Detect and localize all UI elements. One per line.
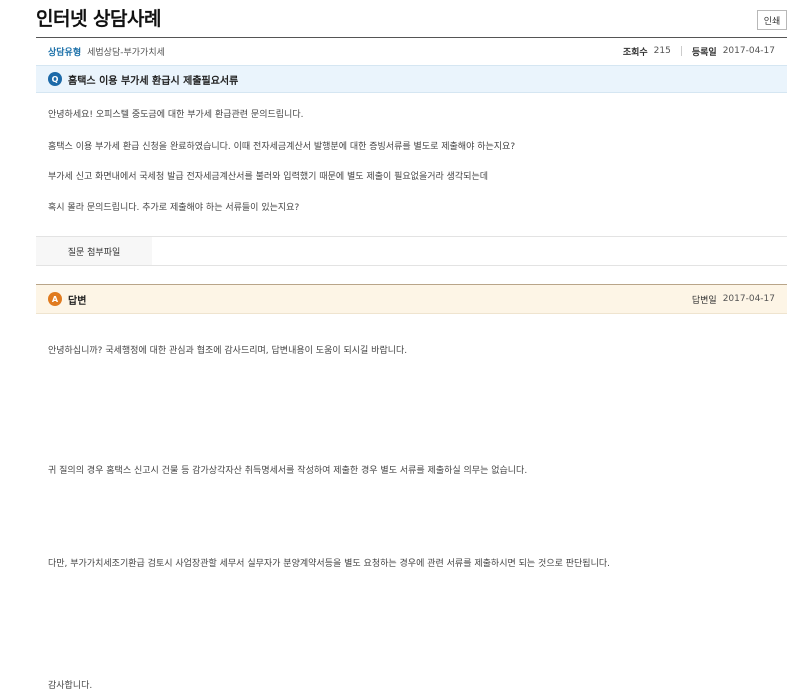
answer-line: 감사합니다. (48, 681, 93, 691)
type-label: 상담유형 (48, 47, 82, 58)
meta-right: 조회수 215 등록일 2017-04-17 (623, 45, 775, 58)
question-line: 안녕하세요! 오피스텔 중도금에 대한 부가세 환급관련 문의드립니다. (48, 110, 304, 120)
meta-divider (680, 46, 682, 56)
question-line: 홈택스 이용 부가세 환급 신청을 완료하였습니다. 이때 전자세금계산서 발행… (48, 142, 516, 152)
type-value: 세법상담-부가가치세 (87, 47, 165, 58)
answer-line: 귀 질의의 경우 홈택스 신고시 건물 등 감가상각자산 취득명세서를 작성하여… (48, 466, 528, 476)
question-title: 홈택스 이용 부가세 환급시 제출필요서류 (68, 75, 239, 87)
date-label: 등록일 (691, 47, 717, 58)
question-attachment-row: 질문 첨부파일 (36, 236, 787, 266)
question-line: 부가세 신고 화면내에서 국세청 발급 전자세금계산서를 불러와 입력했기 때문… (48, 172, 489, 182)
answer-date: 답변일 2017-04-17 (692, 293, 775, 306)
question-line: 혹시 몰라 문의드립니다. 추가로 제출해야 하는 서류들이 있는지요? (48, 203, 300, 213)
answer-header: A 답변 답변일 2017-04-17 (36, 284, 787, 314)
question-badge-icon: Q (48, 72, 62, 86)
meta-bar: 상담유형 세법상담-부가가치세 조회수 215 등록일 2017-04-17 (36, 37, 787, 64)
answer-line: 다만, 부가가치세조기환급 검토시 사업장관할 세무서 실무자가 분양계약서등을… (48, 559, 610, 569)
answer-date-value: 2017-04-17 (722, 294, 775, 304)
question-attachment-label: 질문 첨부파일 (36, 237, 152, 265)
answer-badge-icon: A (48, 292, 62, 306)
answer-date-label: 답변일 (691, 295, 717, 306)
question-header: Q 홈택스 이용 부가세 환급시 제출필요서류 (36, 65, 787, 93)
views-value: 215 (653, 46, 671, 56)
page-title: 인터넷 상담사례 (36, 8, 161, 30)
answer-title: 답변 (68, 295, 87, 307)
answer-line: 안녕하십니까? 국세행정에 대한 관심과 협조에 감사드리며, 답변내용이 도움… (48, 346, 408, 356)
views-label: 조회수 (622, 47, 648, 58)
print-button[interactable]: 인쇄 (757, 10, 787, 30)
date-value: 2017-04-17 (722, 46, 775, 56)
